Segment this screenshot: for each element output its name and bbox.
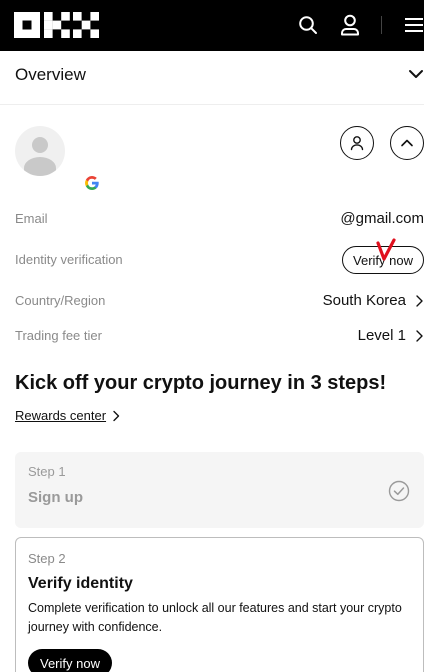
email-row: Email @gmail.com xyxy=(15,205,424,233)
menu-icon[interactable] xyxy=(402,13,424,37)
user-account-icon[interactable] xyxy=(338,13,362,37)
chevron-right-icon xyxy=(113,410,120,421)
country-region-value: South Korea xyxy=(323,292,424,309)
step-number: Step 2 xyxy=(28,551,66,566)
okx-logo[interactable] xyxy=(14,12,100,38)
collapse-button[interactable] xyxy=(390,126,424,160)
overview-title: Overview xyxy=(15,65,86,84)
top-navigation-bar xyxy=(0,0,424,51)
avatar xyxy=(15,126,65,176)
email-value: @gmail.com xyxy=(340,210,424,227)
email-text: @gmail.com xyxy=(340,210,424,227)
chevron-right-icon xyxy=(416,294,423,307)
check-circle-icon xyxy=(388,480,410,502)
profile-button[interactable] xyxy=(340,126,374,160)
google-icon xyxy=(85,176,99,190)
person-icon xyxy=(350,136,364,151)
fee-tier-text: Level 1 xyxy=(357,327,406,344)
divider xyxy=(0,104,424,105)
identity-verification-row: Identity verification Verify now xyxy=(15,246,424,274)
country-region-row[interactable]: Country/Region South Korea xyxy=(15,287,424,315)
trading-fee-tier-row[interactable]: Trading fee tier Level 1 xyxy=(15,322,424,350)
journey-headline: Kick off your crypto journey in 3 steps! xyxy=(15,372,387,394)
step-card-verify-identity: Step 2 Verify identity Complete verifica… xyxy=(15,537,424,672)
rewards-center-link[interactable]: Rewards center xyxy=(15,408,120,423)
step-title: Sign up xyxy=(28,489,83,506)
chevron-right-icon xyxy=(416,329,423,342)
search-icon[interactable] xyxy=(296,13,320,37)
step-title: Verify identity xyxy=(28,575,133,592)
annotation-check-mark xyxy=(376,238,396,261)
step-number: Step 1 xyxy=(28,464,66,479)
header-divider xyxy=(381,16,382,34)
step-description: Complete verification to unlock all our … xyxy=(28,601,402,634)
chevron-down-icon xyxy=(409,70,423,78)
identity-verification-label: Identity verification xyxy=(15,252,123,267)
rewards-center-label: Rewards center xyxy=(15,408,107,423)
verify-now-cta-button[interactable]: Verify now xyxy=(28,649,112,672)
country-region-label: Country/Region xyxy=(15,293,106,308)
trading-fee-tier-label: Trading fee tier xyxy=(15,328,102,343)
chevron-up-icon xyxy=(401,139,413,147)
country-text: South Korea xyxy=(322,292,406,309)
overview-dropdown[interactable]: Overview xyxy=(15,63,424,87)
trading-fee-tier-value: Level 1 xyxy=(358,327,424,344)
email-label: Email xyxy=(15,211,48,226)
step-card-sign-up: Step 1 Sign up xyxy=(15,452,424,528)
